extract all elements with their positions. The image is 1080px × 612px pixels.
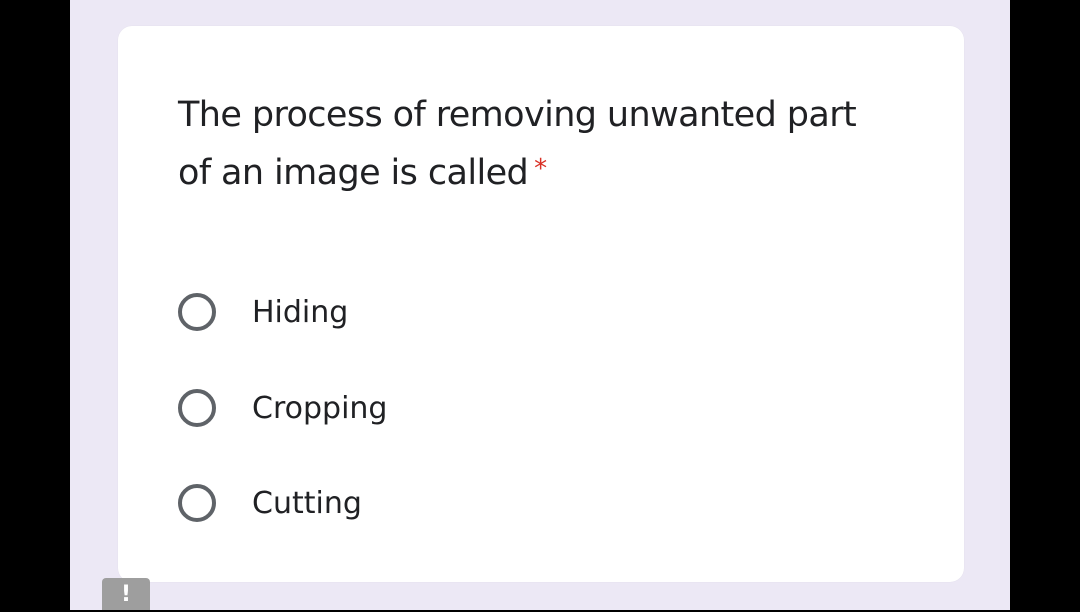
option-label: Cropping: [252, 390, 388, 426]
option-cutting[interactable]: Cutting: [178, 479, 362, 527]
option-label: Hiding: [252, 294, 349, 330]
option-cropping[interactable]: Cropping: [178, 384, 387, 432]
form-background: The process of removing unwanted part of…: [70, 0, 1010, 610]
radio-button[interactable]: [178, 389, 216, 427]
required-asterisk: *: [534, 154, 547, 184]
radio-button[interactable]: [178, 484, 216, 522]
exclamation-icon[interactable]: !: [102, 578, 150, 610]
question-card: The process of removing unwanted part of…: [118, 26, 964, 582]
question-text: The process of removing unwanted part of…: [178, 95, 857, 193]
option-hiding[interactable]: Hiding: [178, 288, 348, 336]
option-label: Cutting: [252, 485, 362, 521]
question-title: The process of removing unwanted part of…: [178, 86, 898, 202]
radio-button[interactable]: [178, 293, 216, 331]
